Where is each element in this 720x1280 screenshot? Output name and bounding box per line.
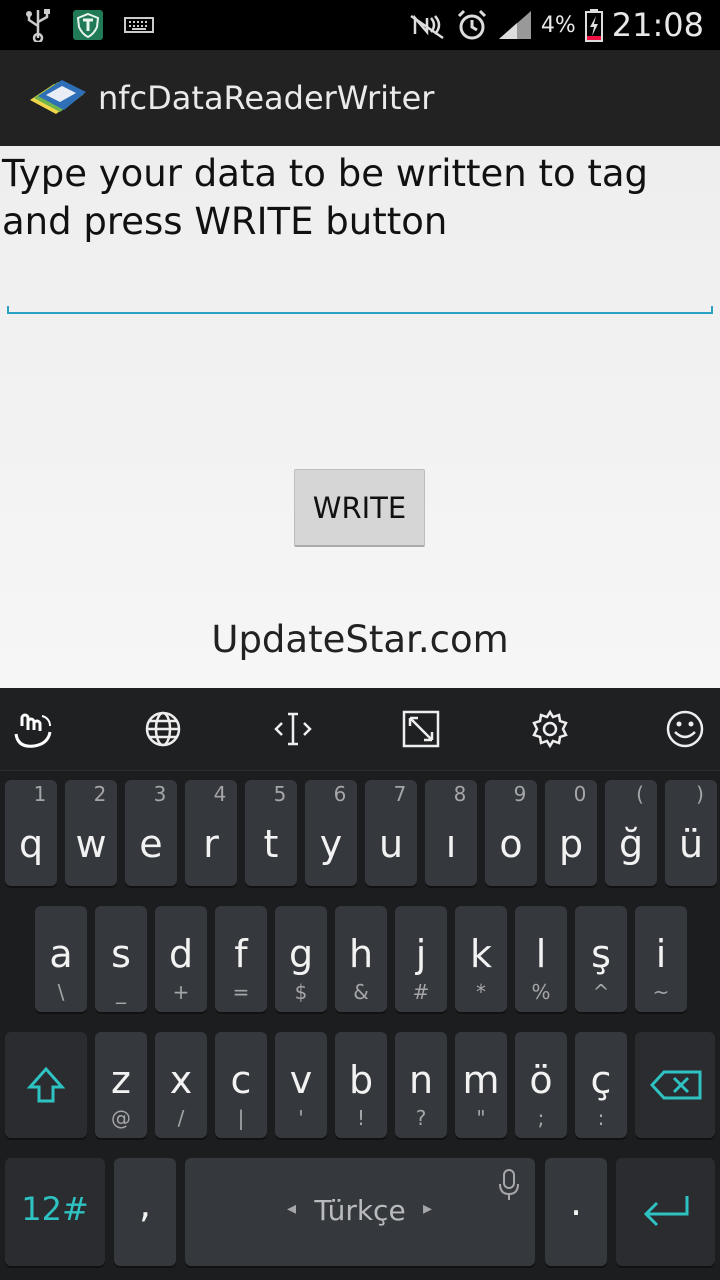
app-title: nfcDataReaderWriter (98, 79, 435, 117)
key-n[interactable]: n? (395, 1032, 447, 1138)
main-content: Type your data to be written to tag and … (0, 146, 720, 688)
emoji-icon[interactable] (664, 708, 706, 750)
cursor-move-icon[interactable] (272, 708, 314, 750)
battery-percent: 4% (540, 12, 576, 38)
backspace-icon (650, 1070, 702, 1100)
key-m[interactable]: m " (455, 1032, 507, 1138)
key-r[interactable]: 4r (185, 780, 237, 886)
key-l[interactable]: l% (515, 906, 567, 1012)
period-key[interactable]: . (545, 1158, 607, 1266)
key-b[interactable]: b! (335, 1032, 387, 1138)
key-q[interactable]: 1q (5, 780, 57, 886)
key-u[interactable]: 7u (365, 780, 417, 886)
input-underline (7, 306, 713, 314)
microphone-icon (499, 1169, 519, 1200)
key-o[interactable]: 9o (485, 780, 537, 886)
key-i[interactable]: i ~ (635, 906, 687, 1012)
tag-data-input[interactable] (10, 271, 714, 313)
globe-icon[interactable] (142, 708, 184, 750)
key-a[interactable]: a \ (35, 906, 87, 1012)
shift-icon (26, 1066, 66, 1103)
key-dotless-i[interactable]: 8ı (425, 780, 477, 886)
enter-icon (643, 1196, 689, 1227)
key-s[interactable]: s _ (95, 906, 147, 1012)
key-p[interactable]: 0p (545, 780, 597, 886)
resize-icon[interactable] (400, 708, 442, 750)
key-x[interactable]: x / (155, 1032, 207, 1138)
app-logo-icon (30, 80, 86, 114)
keyboard-toolbar (0, 688, 720, 771)
enter-key[interactable] (616, 1158, 715, 1266)
key-t[interactable]: 5t (245, 780, 297, 886)
usb-icon (26, 9, 50, 42)
alarm-icon (457, 9, 486, 40)
key-f[interactable]: f = (215, 906, 267, 1012)
soft-keyboard: 1q 2w 3e 4r 5t 6y 7u 8ı 9o 0p (ğ ) ü a \ s… (0, 688, 720, 1280)
backspace-key[interactable] (635, 1032, 715, 1138)
clock: 21:08 (611, 6, 704, 44)
key-u-umlaut[interactable]: ) ü (665, 780, 717, 886)
status-bar: 4% 21:08 (0, 0, 720, 50)
key-s-cedilla[interactable]: ş ^ (575, 906, 627, 1012)
key-o-umlaut[interactable]: ö; (515, 1032, 567, 1138)
watermark: UpdateStar.com (211, 618, 509, 661)
key-c-cedilla[interactable]: ç: (575, 1032, 627, 1138)
key-c[interactable]: c | (215, 1032, 267, 1138)
keyboard-icon (124, 17, 154, 33)
key-v[interactable]: v ' (275, 1032, 327, 1138)
key-e[interactable]: 3e (125, 780, 177, 886)
gear-icon[interactable] (529, 708, 571, 750)
key-k[interactable]: k * (455, 906, 507, 1012)
chevron-right-icon: ▸ (423, 1198, 433, 1219)
instruction-text: Type your data to be written to tag and … (2, 152, 649, 243)
write-button[interactable]: WRITE (294, 469, 425, 547)
spacebar[interactable]: ◂ Türkçe ▸ (185, 1158, 535, 1266)
key-z[interactable]: z @ (95, 1032, 147, 1138)
shift-key[interactable] (5, 1032, 87, 1138)
battery-charging-icon (584, 9, 603, 42)
key-d[interactable]: d + (155, 906, 207, 1012)
key-g-breve[interactable]: (ğ (605, 780, 657, 886)
nfc-off-icon (410, 14, 444, 40)
key-y[interactable]: 6y (305, 780, 357, 886)
shield-app-icon (73, 10, 103, 40)
key-w[interactable]: 2w (65, 780, 117, 886)
key-g[interactable]: g $ (275, 906, 327, 1012)
key-j[interactable]: j # (395, 906, 447, 1012)
key-h[interactable]: h & (335, 906, 387, 1012)
signal-icon (498, 11, 531, 39)
action-bar: nfcDataReaderWriter (0, 50, 720, 146)
numbers-symbols-key[interactable]: 12# (5, 1158, 105, 1266)
swipe-hand-icon[interactable] (12, 708, 54, 750)
comma-key[interactable]: , (114, 1158, 176, 1266)
